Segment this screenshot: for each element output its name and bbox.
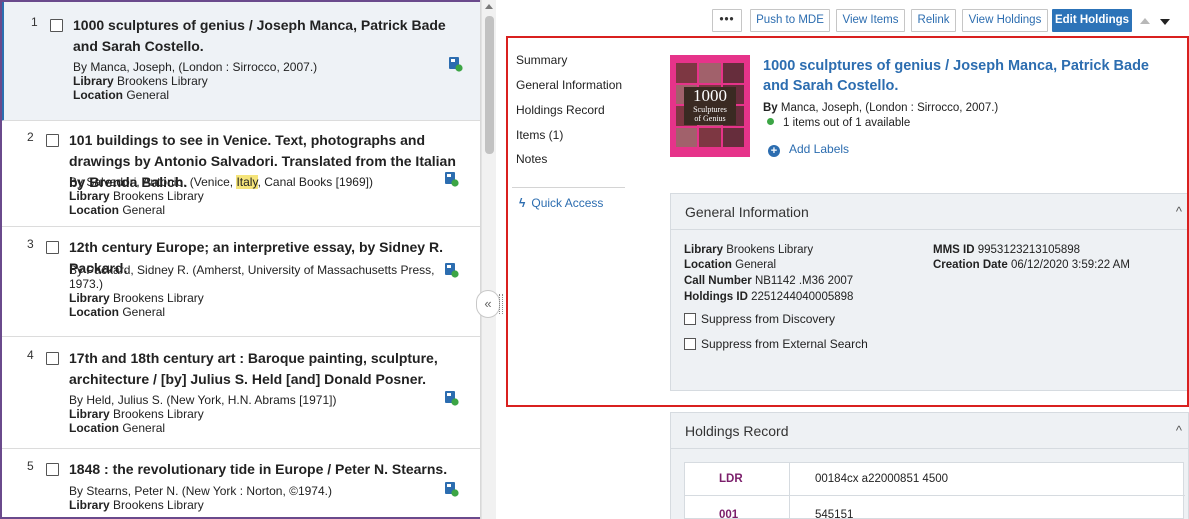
cover-title-block: 1000 Sculptures of Genius [684,87,736,125]
marc-tag: LDR [719,473,743,485]
general-information-header[interactable]: General Information ^ [671,194,1188,230]
checkbox-box[interactable] [684,313,696,325]
suppress-discovery-checkbox[interactable]: Suppress from Discovery [684,312,835,326]
result-author: By Salvadori, Antonio. (Venice, Italy, C… [69,175,373,189]
results-list: 1 1000 sculptures of genius / Joseph Man… [0,0,481,519]
result-checkbox[interactable] [46,134,59,147]
suppress-external-search-checkbox[interactable]: Suppress from External Search [684,337,868,351]
marc-table: LDR 00184cx a22000851 4500 001 545151 [684,462,1185,519]
marc-tag: 001 [719,509,739,519]
result-item[interactable]: 5 1848 : the revolutionary tide in Europ… [0,449,480,519]
lightning-icon: ϟ [519,196,526,210]
result-author: By Held, Julius S. (New York, H.N. Abram… [69,393,337,407]
marc-column-divider [789,463,790,519]
plus-circle-icon: + [768,145,780,157]
result-author: By Stearns, Peter N. (New York : Norton,… [69,484,332,498]
record-title-link[interactable]: 1000 sculptures of genius / Joseph Manca… [763,56,1173,96]
result-item[interactable]: 4 17th and 18th century art : Baroque pa… [0,337,480,449]
view-items-button[interactable]: View Items [836,9,905,32]
holdings-record-header[interactable]: Holdings Record ^ [671,413,1188,449]
result-number: 2 [27,130,34,144]
results-scrollbar[interactable] [481,0,496,519]
result-location: Location General [73,88,170,102]
record-author: By Manca, Joseph, (London : Sirrocco, 20… [763,102,999,114]
result-author: By Packard, Sidney R. (Amherst, Universi… [69,263,435,277]
marc-value: 545151 [815,509,854,519]
record-availability: 1 items out of 1 available [767,117,910,129]
result-library: Library Brookens Library [73,74,208,88]
book-cover-thumbnail[interactable]: 1000 Sculptures of Genius [670,55,750,157]
previous-record-icon[interactable] [1140,18,1150,24]
result-item[interactable]: 1 1000 sculptures of genius / Joseph Man… [0,0,480,121]
physical-holdings-icon[interactable] [444,171,459,187]
physical-holdings-icon[interactable] [444,262,459,278]
available-status-icon [767,118,774,125]
collapse-pane-button[interactable]: « [476,290,500,318]
nav-notes[interactable]: Notes [516,152,547,166]
result-item[interactable]: 2 101 buildings to see in Venice. Text, … [0,121,480,227]
result-library: Library Brookens Library [69,189,204,203]
result-number: 1 [31,15,38,29]
result-item[interactable]: 3 12th century Europe; an interpretive e… [0,227,480,337]
field-call-number: Call Number NB1142 .M36 2007 [684,275,854,287]
physical-holdings-icon[interactable] [448,56,463,72]
push-to-mde-button[interactable]: Push to MDE [750,9,830,32]
nav-general-information[interactable]: General Information [516,78,622,92]
nav-divider [512,187,625,188]
marc-row[interactable]: 001 545151 [685,497,1185,519]
marc-value: 00184cx a22000851 4500 [815,473,949,485]
add-labels-button[interactable]: + Add Labels [768,142,849,157]
quick-access-link[interactable]: ϟ Quick Access [519,196,603,210]
chevron-up-icon[interactable]: ^ [1176,194,1182,230]
relink-button[interactable]: Relink [911,9,956,32]
chevron-up-icon[interactable]: ^ [1176,413,1182,449]
view-holdings-button[interactable]: View Holdings [962,9,1048,32]
result-number: 3 [27,237,34,251]
result-title[interactable]: 1848 : the revolutionary tide in Europe … [69,459,464,480]
result-title[interactable]: 1000 sculptures of genius / Joseph Manca… [73,15,468,57]
result-checkbox[interactable] [46,352,59,365]
checkbox-box[interactable] [684,338,696,350]
result-location: Location General [69,305,166,319]
scroll-up-icon[interactable] [485,4,493,9]
result-checkbox[interactable] [46,463,59,476]
nav-summary[interactable]: Summary [516,53,567,67]
result-library: Library Brookens Library [69,498,204,512]
result-library: Library Brookens Library [69,407,204,421]
result-checkbox[interactable] [50,19,63,32]
result-title[interactable]: 17th and 18th century art : Baroque pain… [69,348,464,390]
splitter-grip-icon[interactable] [499,294,503,314]
physical-holdings-icon[interactable] [444,481,459,497]
edit-holdings-button[interactable]: Edit Holdings [1052,9,1132,32]
field-location: Location General [684,259,777,271]
result-location: Location General [69,421,166,435]
result-location: Location General [69,203,166,217]
field-creation-date: Creation Date 06/12/2020 3:59:22 AM [933,259,1130,271]
scrollbar-thumb[interactable] [485,16,494,154]
field-library: Library Brookens Library [684,244,814,256]
physical-holdings-icon[interactable] [444,390,459,406]
field-holdings-id: Holdings ID 2251244040005898 [684,291,854,303]
result-author: By Manca, Joseph, (London : Sirrocco, 20… [73,60,318,74]
next-record-icon[interactable] [1160,19,1170,25]
result-number: 5 [27,459,34,473]
result-library: Library Brookens Library [69,291,204,305]
nav-items[interactable]: Items (1) [516,128,563,142]
result-number: 4 [27,348,34,362]
nav-holdings-record[interactable]: Holdings Record [516,103,605,117]
result-checkbox[interactable] [46,241,59,254]
field-mms-id: MMS ID 9953123213105898 [933,244,1081,256]
more-actions-button[interactable]: ••• [712,9,742,32]
marc-row[interactable]: LDR 00184cx a22000851 4500 [685,463,1185,496]
result-author-cont: 1973.) [69,277,104,291]
